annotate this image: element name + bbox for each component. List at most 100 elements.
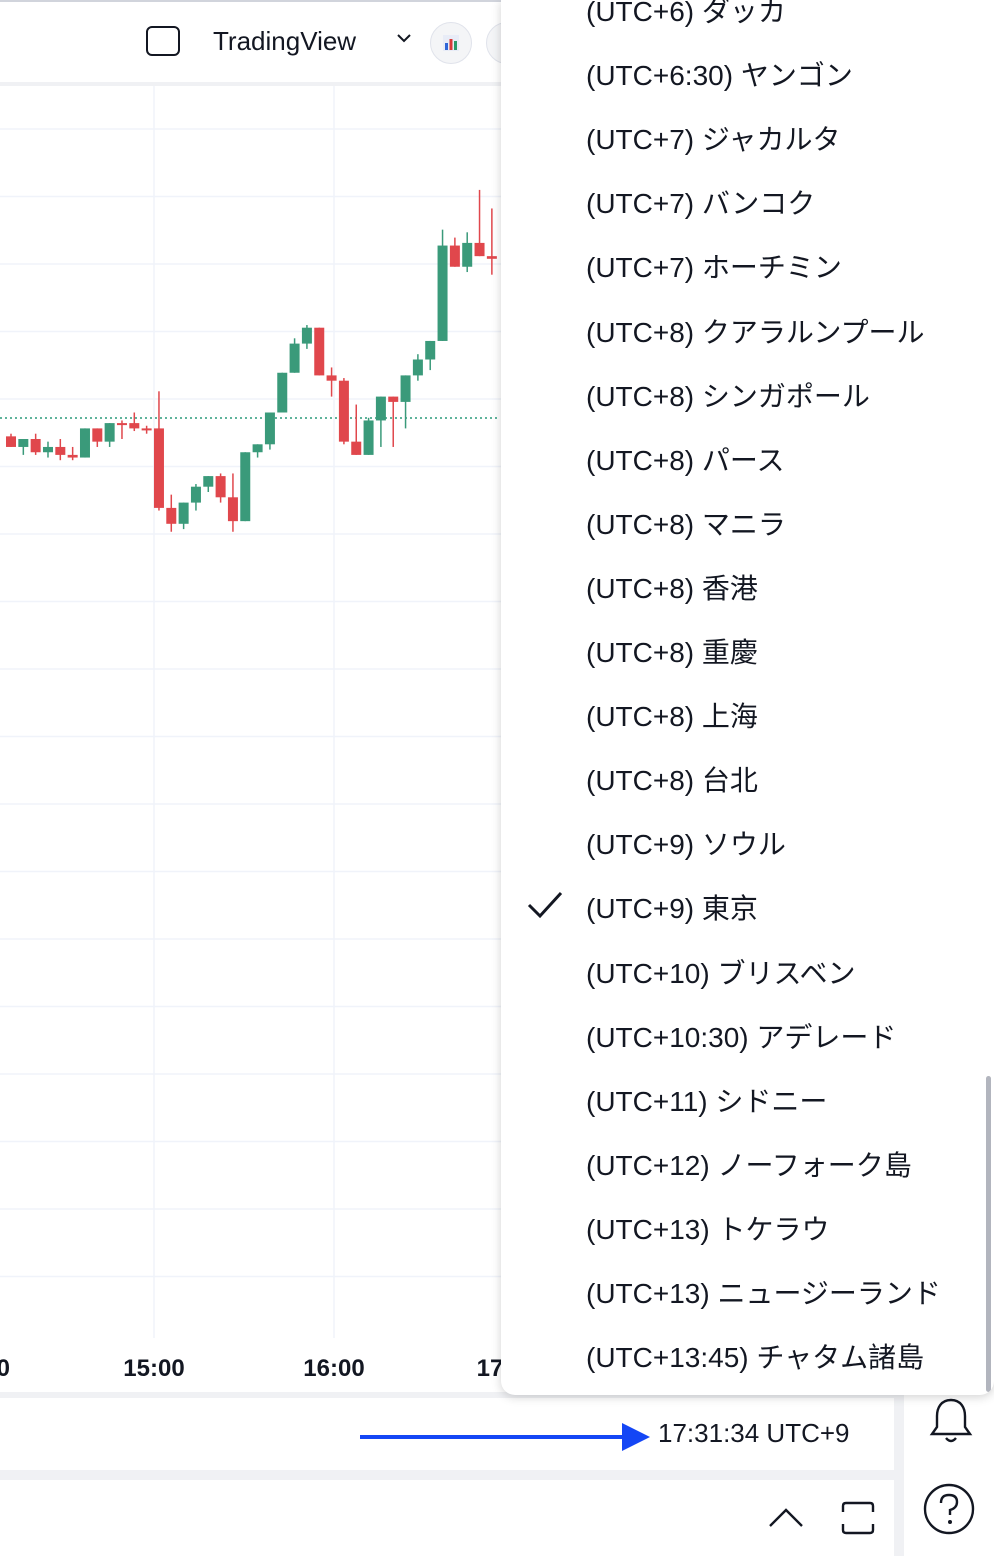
- candle: [240, 452, 251, 522]
- timezone-option-label: (UTC+9) ソウル: [586, 829, 786, 861]
- timezone-option-label: (UTC+8) 台北: [586, 765, 758, 797]
- timezone-option-label: (UTC+13) ニュージーランド: [586, 1278, 941, 1309]
- candle: [252, 444, 263, 453]
- candle: [55, 446, 66, 455]
- timezone-option-label: (UTC+6) ダッカ: [586, 0, 786, 27]
- timezone-option-label: (UTC+9) 東京: [586, 893, 758, 925]
- timezone-option[interactable]: (UTC+8) 台北: [501, 745, 994, 809]
- candle: [338, 380, 349, 442]
- timezone-option-label: (UTC+8) 重慶: [586, 637, 758, 668]
- timezone-option-label: (UTC+6:30) ヤンゴン: [586, 60, 853, 92]
- check-icon: [527, 892, 563, 919]
- candle: [227, 497, 238, 522]
- timezone-option-label: (UTC+7) バンコク: [586, 188, 816, 220]
- chevron-down-icon[interactable]: [394, 28, 414, 48]
- timezone-time-button[interactable]: 17:31:34 UTC+9: [658, 1418, 850, 1449]
- timezone-option-label: (UTC+8) 上海: [586, 701, 758, 733]
- timezone-option[interactable]: (UTC+11) シドニー: [501, 1066, 994, 1130]
- timezone-option[interactable]: (UTC+12) ノーフォーク島: [501, 1130, 994, 1194]
- candle: [437, 245, 448, 341]
- x-axis-tick-label: 15:00: [123, 1355, 184, 1382]
- candle: [264, 412, 275, 445]
- candle: [400, 375, 411, 402]
- timezone-option[interactable]: (UTC+13) トケラウ: [501, 1194, 994, 1258]
- candle: [412, 359, 423, 376]
- timezone-option-label: (UTC+10:30) アデレード: [586, 1021, 897, 1053]
- timezone-option[interactable]: (UTC+7) ジャカルタ: [501, 104, 994, 168]
- timezone-option[interactable]: (UTC+6) ダッカ: [501, 0, 994, 40]
- candle: [92, 428, 103, 442]
- indicator-button[interactable]: [430, 22, 472, 64]
- timezone-option-label: (UTC+8) クアラルンプール: [586, 316, 925, 348]
- timezone-option[interactable]: (UTC+10) ブリスベン: [501, 938, 994, 1002]
- candle: [375, 396, 386, 421]
- timezone-dropdown: (UTC+6) ダッカ (UTC+6:30) ヤンゴン (UTC+7) ジャカルタ (…: [501, 0, 994, 1395]
- timezone-option-label: (UTC+12) ノーフォーク島: [586, 1149, 912, 1181]
- candle: [104, 423, 115, 442]
- timezone-option-label: (UTC+8) パース: [586, 444, 785, 476]
- timezone-option[interactable]: (UTC+13) ニュージーランド: [501, 1258, 994, 1322]
- timezone-option-label: (UTC+11) シドニー: [586, 1085, 828, 1117]
- timezone-option[interactable]: (UTC+8) 香港: [501, 553, 994, 617]
- candle: [6, 436, 16, 447]
- candle: [425, 340, 436, 360]
- candle: [203, 476, 214, 487]
- candle: [301, 327, 312, 344]
- candle: [462, 242, 473, 267]
- timezone-option[interactable]: (UTC+8) パース: [501, 425, 994, 489]
- bell-icon[interactable]: [926, 1394, 976, 1446]
- timezone-option-label: (UTC+13) トケラウ: [586, 1213, 830, 1245]
- candle: [351, 441, 362, 455]
- timezone-option-label: (UTC+7) ジャカルタ: [586, 124, 841, 156]
- maximize-icon[interactable]: [840, 1500, 876, 1536]
- timezone-option[interactable]: (UTC+8) シンガポール: [501, 361, 994, 425]
- timezone-option[interactable]: (UTC+7) ホーチミン: [501, 232, 994, 296]
- timezone-option-label: (UTC+8) マニラ: [586, 508, 786, 540]
- timezone-option[interactable]: (UTC+8) 重慶: [501, 617, 994, 681]
- timezone-option-label: (UTC+8) シンガポール: [586, 380, 870, 412]
- timezone-option-label: (UTC+7) ホーチミン: [586, 252, 842, 284]
- arrow-annotation: [360, 1423, 650, 1451]
- chevron-up-icon[interactable]: [766, 1504, 806, 1534]
- candle: [289, 343, 300, 373]
- timezone-option[interactable]: (UTC+10:30) アデレード: [501, 1002, 994, 1066]
- candle: [129, 423, 140, 429]
- candle: [67, 454, 78, 458]
- candle: [178, 502, 189, 524]
- candle: [190, 486, 201, 503]
- candle: [486, 256, 497, 259]
- x-axis-tick-label: 0: [0, 1355, 10, 1382]
- candle: [215, 476, 226, 498]
- candle: [18, 439, 29, 447]
- timezone-option[interactable]: (UTC+9) ソウル: [501, 809, 994, 873]
- candle: [42, 446, 53, 453]
- candle: [326, 375, 337, 381]
- x-axis-tick-label: 17: [477, 1355, 504, 1382]
- candle: [153, 428, 164, 508]
- candle: [277, 372, 288, 413]
- candle: [449, 245, 460, 267]
- bar-chart-icon: [443, 35, 459, 51]
- layout-square-icon[interactable]: [146, 26, 180, 56]
- timezone-option[interactable]: (UTC+8) 上海: [501, 681, 994, 745]
- candle: [141, 428, 152, 431]
- bottom-panel-bar: [0, 1480, 894, 1556]
- candle: [79, 428, 90, 458]
- candle: [388, 396, 399, 402]
- timezone-option[interactable]: (UTC+7) バンコク: [501, 168, 994, 232]
- toolbar-title[interactable]: TradingView: [213, 26, 356, 57]
- candle: [166, 507, 177, 524]
- x-axis-tick-label: 16:00: [303, 1355, 364, 1382]
- timezone-option[interactable]: (UTC+6:30) ヤンゴン: [501, 40, 994, 104]
- candle: [30, 439, 41, 453]
- candle: [314, 327, 325, 376]
- timezone-option[interactable]: (UTC+9) 東京: [501, 873, 994, 937]
- help-circle-icon[interactable]: [922, 1482, 976, 1536]
- timezone-option-label: (UTC+13:45) チャタム諸島: [586, 1342, 925, 1374]
- timezone-option[interactable]: (UTC+8) クアラルンプール: [501, 297, 994, 361]
- timezone-option[interactable]: (UTC+8) マニラ: [501, 489, 994, 553]
- candle: [474, 242, 485, 257]
- timezone-option[interactable]: (UTC+13:45) チャタム諸島: [501, 1322, 994, 1386]
- timezone-option-label: (UTC+8) 香港: [586, 572, 758, 604]
- candle: [116, 423, 127, 426]
